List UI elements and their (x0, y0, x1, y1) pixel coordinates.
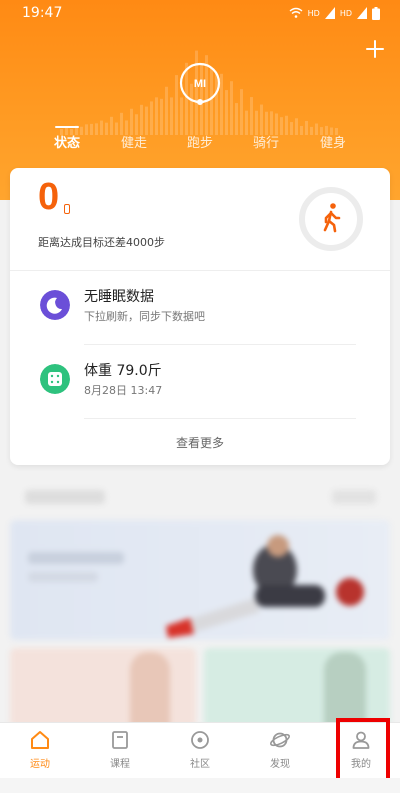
status-bar: 19:47 HD HD (0, 0, 400, 26)
wave-bar (260, 104, 263, 135)
sport-tabs: 状态 健走 跑步 骑行 健身 (0, 132, 400, 156)
item-divider (84, 344, 356, 345)
add-icon[interactable] (364, 38, 386, 60)
card-divider (10, 270, 390, 271)
sleep-subtitle: 下拉刷新，同步下数据吧 (84, 310, 205, 323)
item-divider (84, 418, 356, 419)
sleep-title: 无睡眠数据 (84, 289, 154, 305)
wave-bar (230, 81, 233, 135)
scale-icon (40, 364, 70, 394)
view-more-link[interactable]: 查看更多 (10, 434, 390, 451)
wave-bar (225, 90, 228, 135)
tab-running[interactable]: 跑步 (187, 132, 213, 151)
home-icon (31, 731, 49, 749)
wave-bar (155, 97, 158, 135)
active-tab-indicator (55, 126, 79, 128)
nav-community[interactable]: 社区 (170, 729, 230, 775)
status-summary-card: 0 距离达成目标还差4000步 z 无睡眠数据 下拉刷新，同步下数据吧 体重 7… (10, 168, 390, 465)
wave-bar (145, 106, 148, 135)
nav-community-label: 社区 (190, 759, 210, 770)
wave-bar (165, 86, 168, 135)
section-title-placeholder (25, 490, 105, 504)
wave-bar (250, 97, 253, 135)
signal-icon-1 (324, 7, 335, 19)
blurred-recommendations (0, 472, 400, 728)
nav-sport[interactable]: 运动 (10, 729, 70, 775)
sleep-moon-icon: z (40, 290, 70, 320)
goal-remaining-text: 距离达成目标还差4000步 (38, 236, 165, 249)
discover-icon (270, 732, 290, 748)
weight-title: 体重 79.0斤 (84, 363, 162, 379)
status-time: 19:47 (22, 5, 63, 21)
mi-logo-text: MI (194, 78, 206, 90)
network-badge-2: HD (339, 8, 352, 18)
battery-small-icon (64, 204, 70, 214)
tab-walking[interactable]: 健走 (121, 132, 147, 151)
wave-bar (235, 103, 238, 135)
course-tile-1[interactable] (10, 648, 196, 728)
system-navigation-bar (0, 778, 400, 793)
tab-status[interactable]: 状态 (54, 132, 80, 151)
wifi-icon (289, 7, 303, 18)
weight-timestamp: 8月28日 13:47 (84, 384, 163, 397)
signal-icon-2 (357, 7, 367, 19)
wave-bar (150, 101, 153, 135)
mi-device-logo[interactable]: MI (178, 61, 222, 105)
nav-sport-label: 运动 (30, 759, 50, 770)
wave-bar (160, 98, 163, 135)
weight-item[interactable]: 体重 79.0斤 8月28日 13:47 (40, 358, 370, 404)
network-badge-1: HD (307, 8, 320, 18)
tab-cycling[interactable]: 骑行 (253, 132, 279, 151)
wave-bar (140, 104, 143, 135)
svg-text:z: z (59, 299, 62, 305)
nav-course[interactable]: 课程 (90, 729, 150, 775)
step-count[interactable]: 0 (38, 176, 59, 219)
walking-person-icon (323, 203, 341, 233)
exercise-person-image (166, 535, 364, 638)
wave-bar (170, 97, 173, 135)
section-more-placeholder (332, 490, 376, 504)
system-icons: HD HD (289, 6, 380, 20)
battery-icon (372, 6, 380, 20)
course-banner[interactable] (10, 520, 390, 640)
wave-bar (240, 89, 243, 135)
sleep-item[interactable]: z 无睡眠数据 下拉刷新，同步下数据吧 (40, 284, 370, 330)
tab-fitness[interactable]: 健身 (320, 132, 346, 151)
walking-progress-ring[interactable] (298, 186, 364, 252)
community-icon (191, 731, 209, 749)
nav-discover[interactable]: 发现 (250, 729, 310, 775)
nav-course-label: 课程 (110, 759, 130, 770)
course-tile-2[interactable] (204, 648, 390, 728)
nav-discover-label: 发现 (270, 759, 290, 770)
course-icon (112, 731, 128, 749)
